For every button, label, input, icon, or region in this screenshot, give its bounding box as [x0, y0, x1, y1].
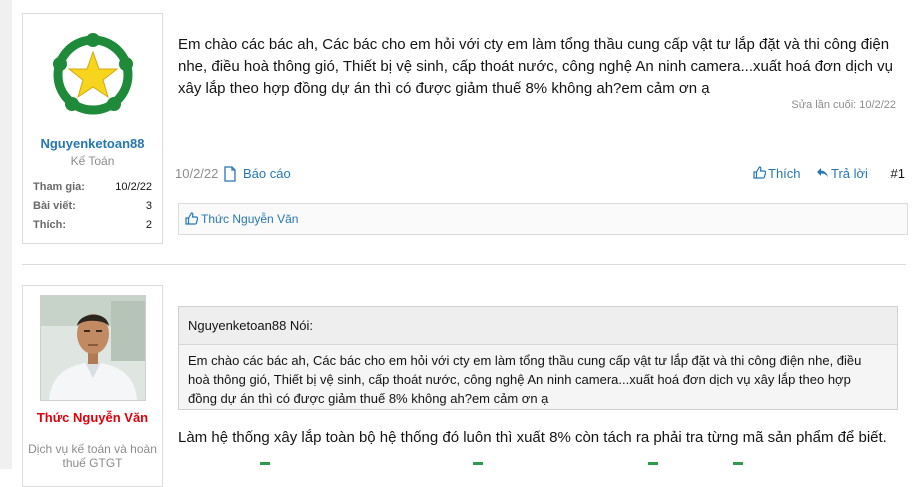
- post1-permalink-number[interactable]: #1: [891, 166, 905, 181]
- stat-label: Thích:: [33, 219, 66, 231]
- stat-value: 10/2/22: [115, 181, 152, 193]
- stat-row-posts: Bài viết: 3: [33, 197, 152, 216]
- post1-author-title: Kế Toán: [70, 154, 115, 168]
- post1-likes-summary: Thức Nguyễn Văn: [178, 203, 908, 235]
- thumbs-up-icon: [185, 212, 198, 225]
- quote-block: Nguyenketoan88 Nói: Em chào các bác ah, …: [178, 306, 898, 410]
- green-wreath-star-logo-icon[interactable]: [50, 32, 136, 118]
- reply-label: Trả lời: [831, 166, 868, 181]
- quote-header: Nguyenketoan88 Nói:: [179, 307, 897, 345]
- user-photo-avatar[interactable]: [40, 295, 146, 401]
- quote-text: Em chào các bác ah, Các bác cho em hỏi v…: [188, 353, 862, 406]
- stat-label: Tham gia:: [33, 181, 85, 193]
- post1-author-name[interactable]: Nguyenketoan88: [23, 136, 162, 151]
- post1-date[interactable]: 10/2/22: [175, 166, 218, 181]
- cut-off-glyph: [473, 462, 483, 465]
- cut-off-glyph: [648, 462, 658, 465]
- reply-arrow-icon: [817, 168, 828, 178]
- like-button[interactable]: Thích: [753, 166, 801, 181]
- cut-off-content-row: [178, 458, 908, 469]
- cut-off-glyph: [733, 462, 743, 465]
- report-document-icon: [224, 166, 236, 182]
- stat-value: 3: [145, 200, 152, 212]
- post1-user-card: Nguyenketoan88 Kế Toán Tham gia: 10/2/22…: [22, 13, 163, 244]
- reply-button[interactable]: Trả lời: [816, 166, 868, 181]
- quote-author[interactable]: Nguyenketoan88 Nói:: [188, 318, 313, 333]
- stat-row-joined: Tham gia: 10/2/22: [33, 178, 152, 197]
- like-label: Thích: [768, 166, 801, 181]
- post2-user-card: Thức Nguyễn Văn Dịch vụ kế toán và hoàn …: [22, 285, 163, 487]
- cut-off-glyph: [260, 462, 270, 465]
- stat-row-likes: Thích: 2: [33, 216, 152, 235]
- post1-edited-note: Sửa lần cuối: 10/2/22: [791, 99, 896, 111]
- post1-message: Em chào các bác ah, Các bác cho em hỏi v…: [178, 36, 893, 97]
- post2-message: Làm hệ thống xây lắp toàn bộ hệ thống đó…: [178, 429, 887, 446]
- liked-by-user-link[interactable]: Thức Nguyễn Văn: [201, 212, 298, 226]
- page-left-strip: [0, 0, 12, 469]
- report-link[interactable]: Báo cáo: [243, 166, 291, 181]
- post1-footer: 10/2/22 Báo cáo Thích Trả lời #1: [175, 166, 905, 186]
- stat-value: 2: [145, 219, 152, 231]
- post1-author-stats: Tham gia: 10/2/22 Bài viết: 3 Thích: 2: [33, 178, 152, 235]
- post2-author-title: Dịch vụ kế toán và hoàn thuế GTGT: [28, 442, 157, 470]
- post2-author-name[interactable]: Thức Nguyễn Văn: [23, 410, 162, 425]
- thumbs-up-icon: [753, 166, 766, 179]
- stat-label: Bài viết:: [33, 200, 76, 212]
- post-divider: [22, 264, 906, 265]
- portrait-icon: [41, 296, 145, 400]
